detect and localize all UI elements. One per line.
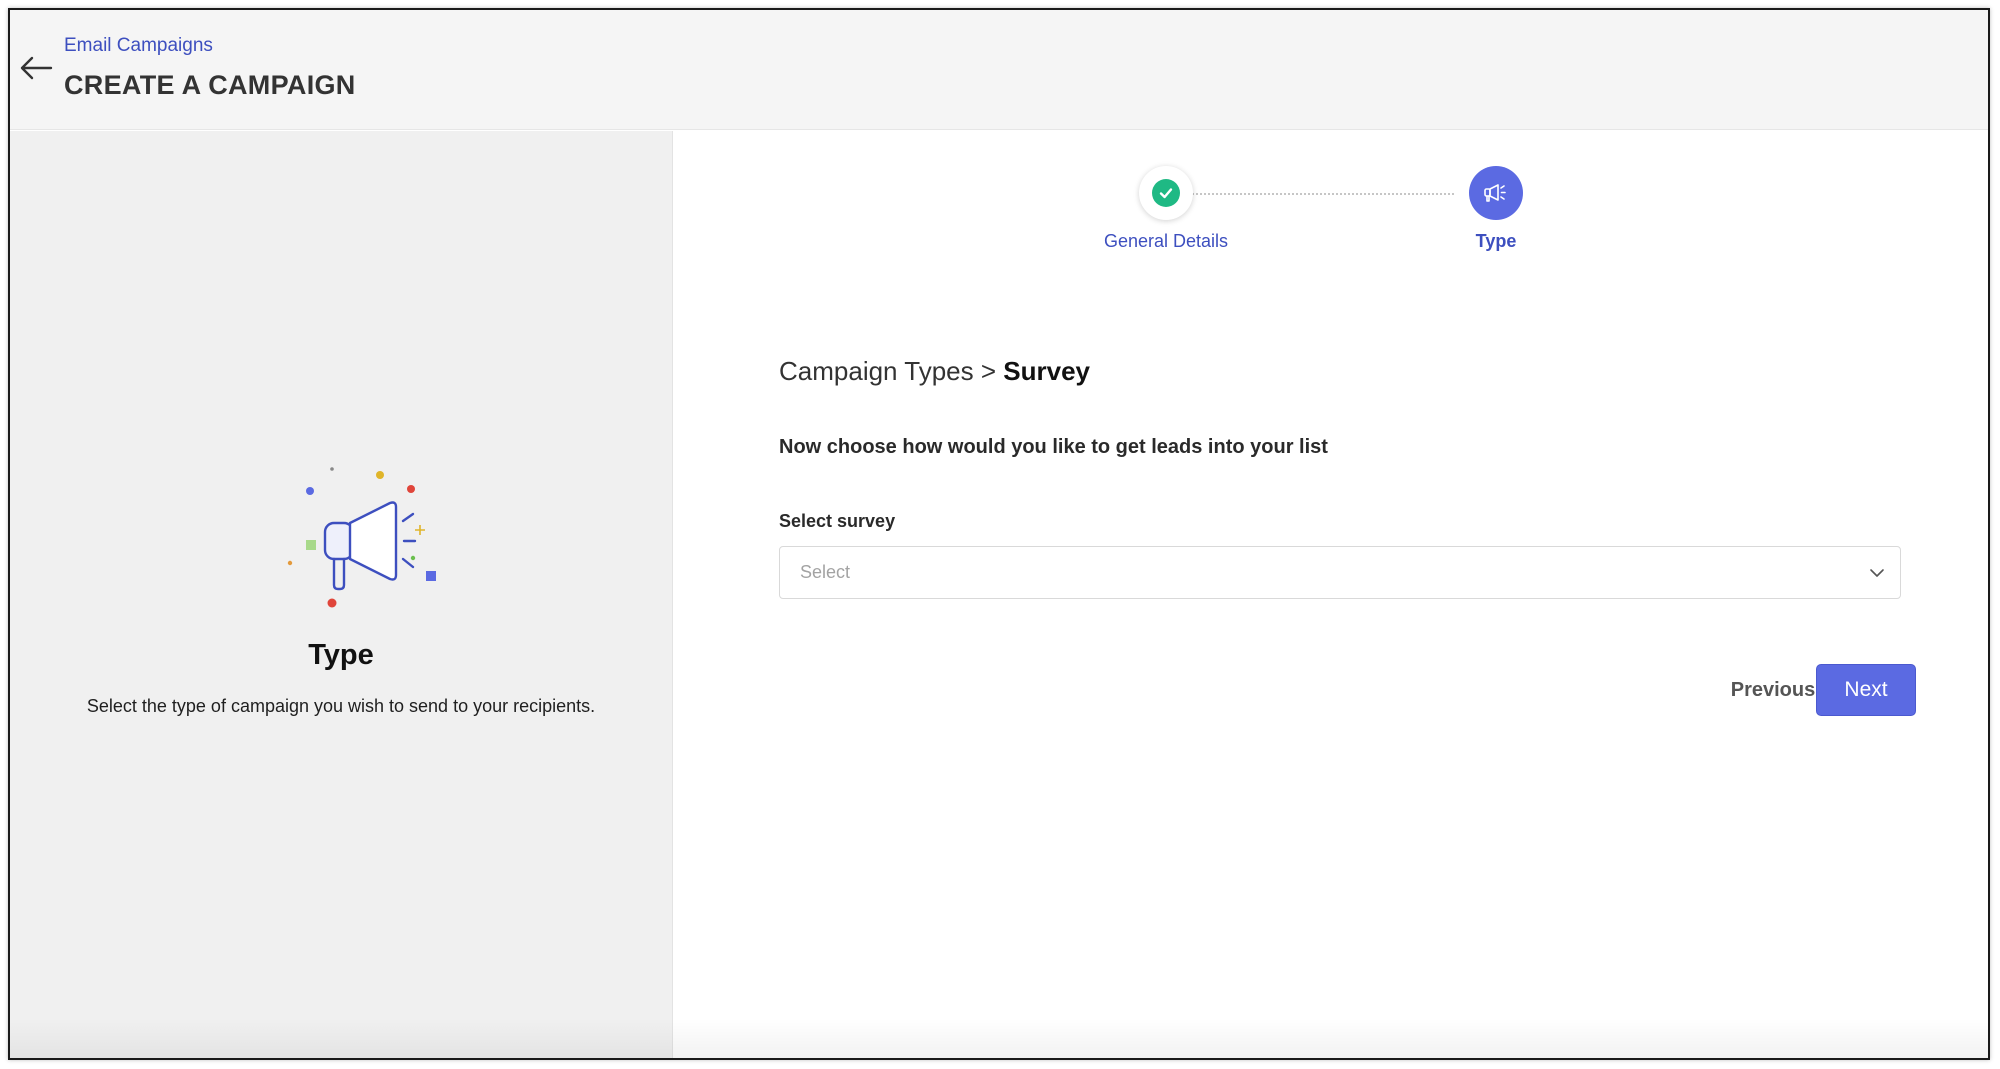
instruction-text: Now choose how would you like to get lea…	[779, 436, 1328, 458]
breadcrumb-survey: Survey	[1003, 356, 1091, 386]
back-button[interactable]	[12, 44, 60, 92]
page-title: CREATE A CAMPAIGN	[64, 70, 356, 100]
right-form-panel: General Details Type Campaign Types > Su…	[672, 131, 1988, 1058]
page-header: Email Campaigns CREATE A CAMPAIGN	[10, 10, 1988, 130]
breadcrumb-campaign-types[interactable]: Campaign Types	[779, 356, 974, 386]
app-window: Email Campaigns CREATE A CAMPAIGN Type S…	[8, 8, 1990, 1060]
step-general-details[interactable]	[1139, 166, 1193, 220]
check-icon	[1152, 179, 1180, 207]
megaphone-icon	[287, 467, 436, 608]
step-general-details-label[interactable]: General Details	[1066, 231, 1266, 252]
step-type[interactable]	[1469, 166, 1523, 220]
breadcrumb-email-campaigns[interactable]: Email Campaigns	[64, 35, 213, 57]
megaphone-icon	[1484, 184, 1506, 202]
step-type-label[interactable]: Type	[1396, 231, 1596, 252]
left-panel-description: Select the type of campaign you wish to …	[86, 696, 596, 716]
arrow-left-icon	[20, 56, 53, 80]
next-button[interactable]: Next	[1816, 664, 1916, 716]
progress-stepper: General Details Type	[673, 131, 1988, 252]
left-info-panel: Type Select the type of campaign you wis…	[10, 131, 672, 1058]
select-survey-label: Select survey	[779, 511, 896, 531]
breadcrumb-separator: >	[980, 356, 997, 386]
survey-select[interactable]: Select	[779, 546, 1901, 599]
section-breadcrumb: Campaign Types > Survey	[779, 356, 1090, 387]
stepper-connector	[1184, 193, 1454, 195]
chevron-down-icon	[1870, 569, 1884, 577]
survey-select-placeholder: Select	[800, 562, 851, 582]
left-panel-title: Type	[308, 639, 374, 671]
